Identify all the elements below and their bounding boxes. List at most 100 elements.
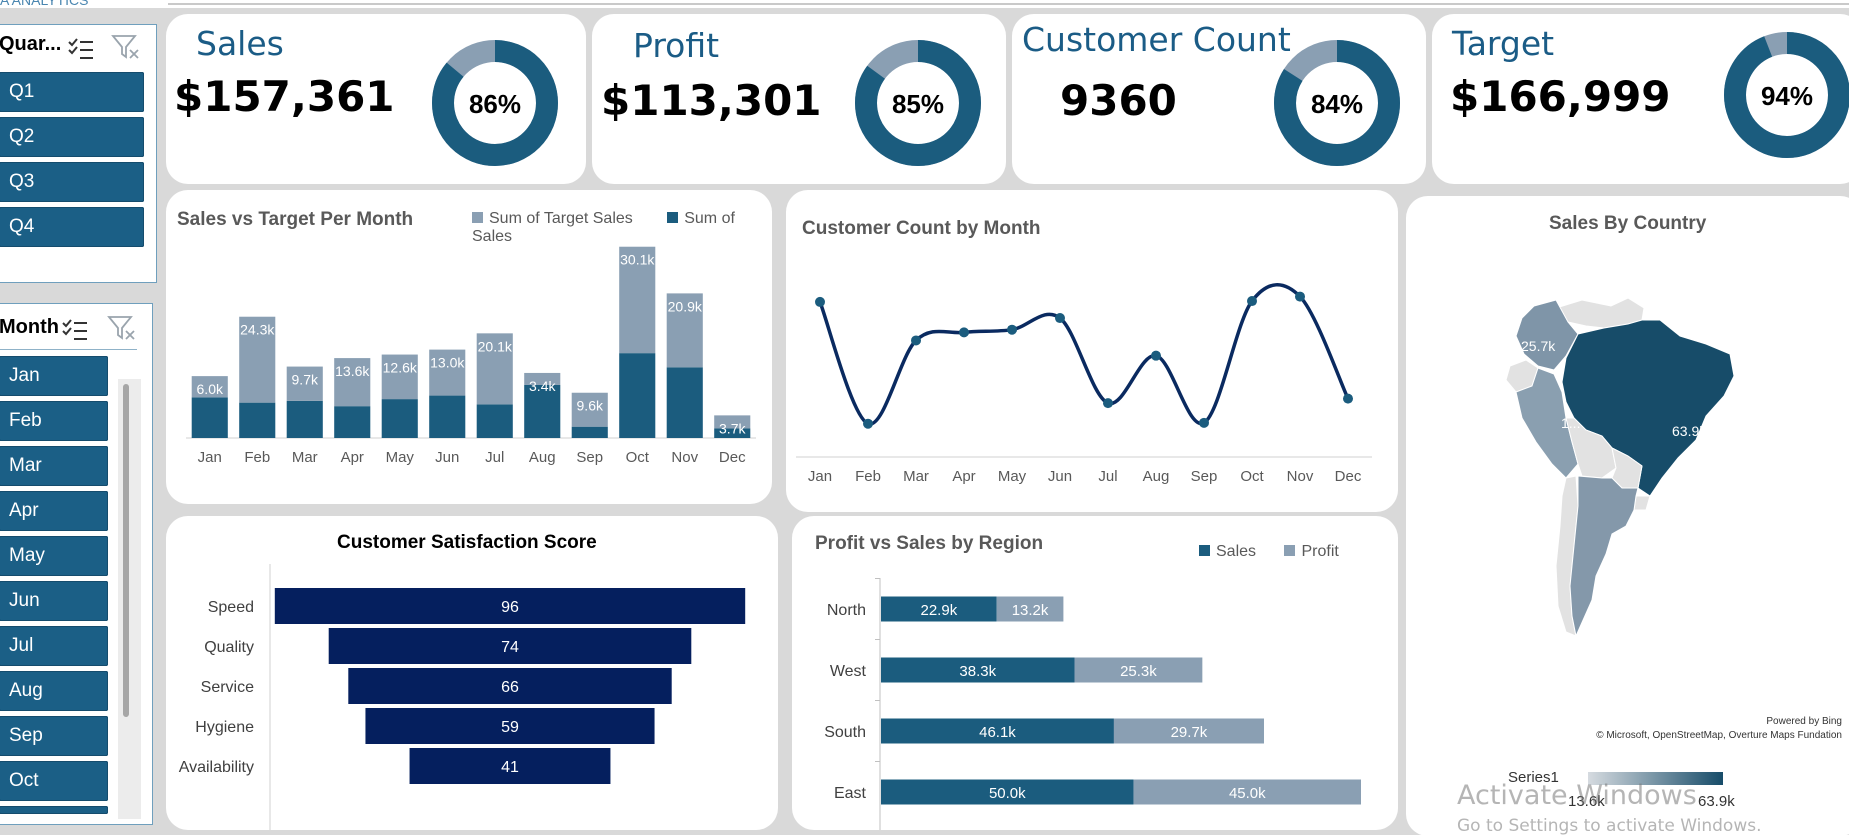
slicer-item-mar[interactable]: Mar bbox=[0, 446, 108, 486]
value-label-quality: 74 bbox=[501, 639, 519, 656]
point-mar bbox=[911, 335, 921, 346]
activate-windows-title: Activate Windows bbox=[1457, 780, 1697, 811]
multi-select-icon[interactable] bbox=[67, 35, 95, 63]
bar-sales-oct bbox=[619, 353, 656, 438]
tick-label-nov: Nov bbox=[1287, 468, 1314, 485]
customer-count-card: Customer Count by Month Jan Feb Mar Apr May J… bbox=[786, 190, 1398, 512]
tick-label-feb: Feb bbox=[244, 449, 270, 466]
tick-label-feb: Feb bbox=[855, 468, 881, 485]
slicer-item-jan[interactable]: Jan bbox=[0, 356, 108, 396]
bar-sales-mar bbox=[286, 400, 323, 438]
kpi-card-profit: Profit $113,301 85% bbox=[592, 14, 1006, 184]
bar-sales-sep bbox=[571, 426, 608, 438]
legend-label-target: Sum of Target Sales bbox=[489, 210, 633, 227]
point-oct bbox=[1247, 296, 1257, 307]
value-label-hygiene: 59 bbox=[501, 719, 519, 736]
data-label-sales-west: 38.3k bbox=[959, 663, 996, 680]
point-dec bbox=[1343, 393, 1353, 404]
data-label-sales-north: 22.9k bbox=[921, 602, 958, 619]
sales-vs-target-title: Sales vs Target Per Month bbox=[177, 209, 414, 230]
data-label-profit-south: 29.7k bbox=[1171, 724, 1208, 741]
data-label-target-jan: 6.0k bbox=[197, 381, 224, 397]
tick-label-apr: Apr bbox=[341, 449, 364, 466]
point-aug bbox=[1151, 350, 1161, 361]
customer-count-title: Customer Count by Month bbox=[802, 218, 1041, 239]
value-label-service: 66 bbox=[501, 679, 519, 696]
slicer-item-q1[interactable]: Q1 bbox=[0, 72, 144, 112]
slicer-item-aug[interactable]: Aug bbox=[0, 671, 108, 711]
bar-sales-nov bbox=[666, 367, 703, 438]
kpi-card-customer-count: Customer Count 9360 84% bbox=[1012, 14, 1426, 184]
kpi-value-target: $166,999 bbox=[1450, 72, 1671, 121]
slicer-item-may[interactable]: May bbox=[0, 536, 108, 576]
clear-filter-icon[interactable] bbox=[107, 314, 137, 344]
clear-filter-icon[interactable] bbox=[111, 33, 141, 63]
slicer-item-q3[interactable]: Q3 bbox=[0, 162, 144, 202]
kpi-donut-sales: 86% bbox=[432, 40, 558, 166]
data-label-target-oct: 30.1k bbox=[620, 252, 655, 268]
tick-label-sep: Sep bbox=[576, 449, 603, 466]
data-label-target-mar: 9.7k bbox=[292, 372, 319, 388]
slicer-item-q4[interactable]: Q4 bbox=[0, 207, 144, 247]
month-slicer-scrollbar-track[interactable] bbox=[118, 379, 141, 819]
tick-label-jan: Jan bbox=[808, 468, 832, 485]
quarter-slicer: Quar... Q1 Q2 Q3 Q4 bbox=[0, 24, 157, 283]
sales-vs-target-plot: 6.0k Jan 24.3k Feb 9.7k Mar 13.6k Apr 12.6k May 13… bbox=[186, 246, 756, 466]
multi-select-icon[interactable] bbox=[61, 316, 89, 344]
category-label-west: West bbox=[830, 663, 867, 680]
map-label-brazil: 63.9k bbox=[1672, 423, 1707, 439]
map-label-argentina: 30.4k bbox=[1615, 575, 1650, 591]
point-nov bbox=[1295, 291, 1305, 302]
data-label-sales-east: 50.0k bbox=[989, 785, 1026, 802]
slicer-item-oct[interactable]: Oct bbox=[0, 761, 108, 801]
tick-label-apr: Apr bbox=[952, 468, 975, 485]
data-label-target-aug: 3.4k bbox=[529, 378, 556, 394]
bar-sales-jun bbox=[429, 395, 466, 438]
tick-label-may: May bbox=[386, 449, 415, 466]
header-divider bbox=[168, 3, 1849, 5]
tick-label-oct: Oct bbox=[1240, 468, 1264, 485]
month-slicer: Month Jan Feb Mar Apr May Jun Jul Aug Sep Oct bbox=[0, 303, 153, 825]
map-copyright: © Microsoft, OpenStreetMap, Overture Map… bbox=[1596, 730, 1842, 741]
slicer-item-partial[interactable] bbox=[0, 806, 108, 814]
slicer-header-divider bbox=[0, 349, 137, 350]
tick-label-aug: Aug bbox=[1143, 468, 1170, 485]
data-label-target-jul: 20.1k bbox=[478, 338, 513, 354]
activate-windows-subtitle: Go to Settings to activate Windows. bbox=[1457, 816, 1762, 835]
donut-percent-label: 85% bbox=[892, 89, 944, 119]
tick-label-sep: Sep bbox=[1191, 468, 1218, 485]
tick-label-dec: Dec bbox=[719, 449, 746, 466]
data-label-target-jun: 13.0k bbox=[430, 355, 465, 371]
tick-label-mar: Mar bbox=[903, 468, 929, 485]
month-slicer-scrollbar-thumb[interactable] bbox=[123, 384, 129, 717]
value-label-speed: 96 bbox=[501, 599, 519, 616]
map-region-argentina[interactable] bbox=[1569, 475, 1639, 638]
data-label-target-feb: 24.3k bbox=[240, 322, 275, 338]
data-label-profit-north: 13.2k bbox=[1012, 602, 1049, 619]
customer-count-line bbox=[818, 283, 1350, 426]
category-label-south: South bbox=[824, 724, 866, 741]
point-jul bbox=[1103, 398, 1113, 409]
slicer-item-apr[interactable]: Apr bbox=[0, 491, 108, 531]
slicer-item-feb[interactable]: Feb bbox=[0, 401, 108, 441]
tick-label-oct: Oct bbox=[626, 449, 650, 466]
tick-label-jun: Jun bbox=[1048, 468, 1072, 485]
customer-count-plot: Jan Feb Mar Apr May Jun Jul Aug Sep Oct Nov Dec bbox=[796, 283, 1372, 485]
data-label-target-nov: 20.9k bbox=[668, 298, 703, 314]
bar-sales-apr bbox=[334, 406, 371, 438]
data-label-sales-south: 46.1k bbox=[979, 724, 1016, 741]
donut-percent-label: 94% bbox=[1761, 81, 1813, 111]
slicer-item-q2[interactable]: Q2 bbox=[0, 117, 144, 157]
map-powered-by: Powered by Bing bbox=[1766, 716, 1842, 727]
point-jun bbox=[1055, 313, 1065, 324]
tick-label-dec: Dec bbox=[1335, 468, 1362, 485]
tick-label-aug: Aug bbox=[529, 449, 556, 466]
customer-satisfaction-card: Customer Satisfaction Score 96 Speed 74 Qua… bbox=[166, 516, 778, 830]
brand-fragment: A ANALYTICS bbox=[0, 0, 89, 8]
map-region-uruguay bbox=[1633, 495, 1651, 511]
slicer-item-sep[interactable]: Sep bbox=[0, 716, 108, 756]
bar-sales-may bbox=[381, 399, 418, 438]
slicer-item-jun[interactable]: Jun bbox=[0, 581, 108, 621]
slicer-item-jul[interactable]: Jul bbox=[0, 626, 108, 666]
data-label-target-apr: 13.6k bbox=[335, 363, 370, 379]
